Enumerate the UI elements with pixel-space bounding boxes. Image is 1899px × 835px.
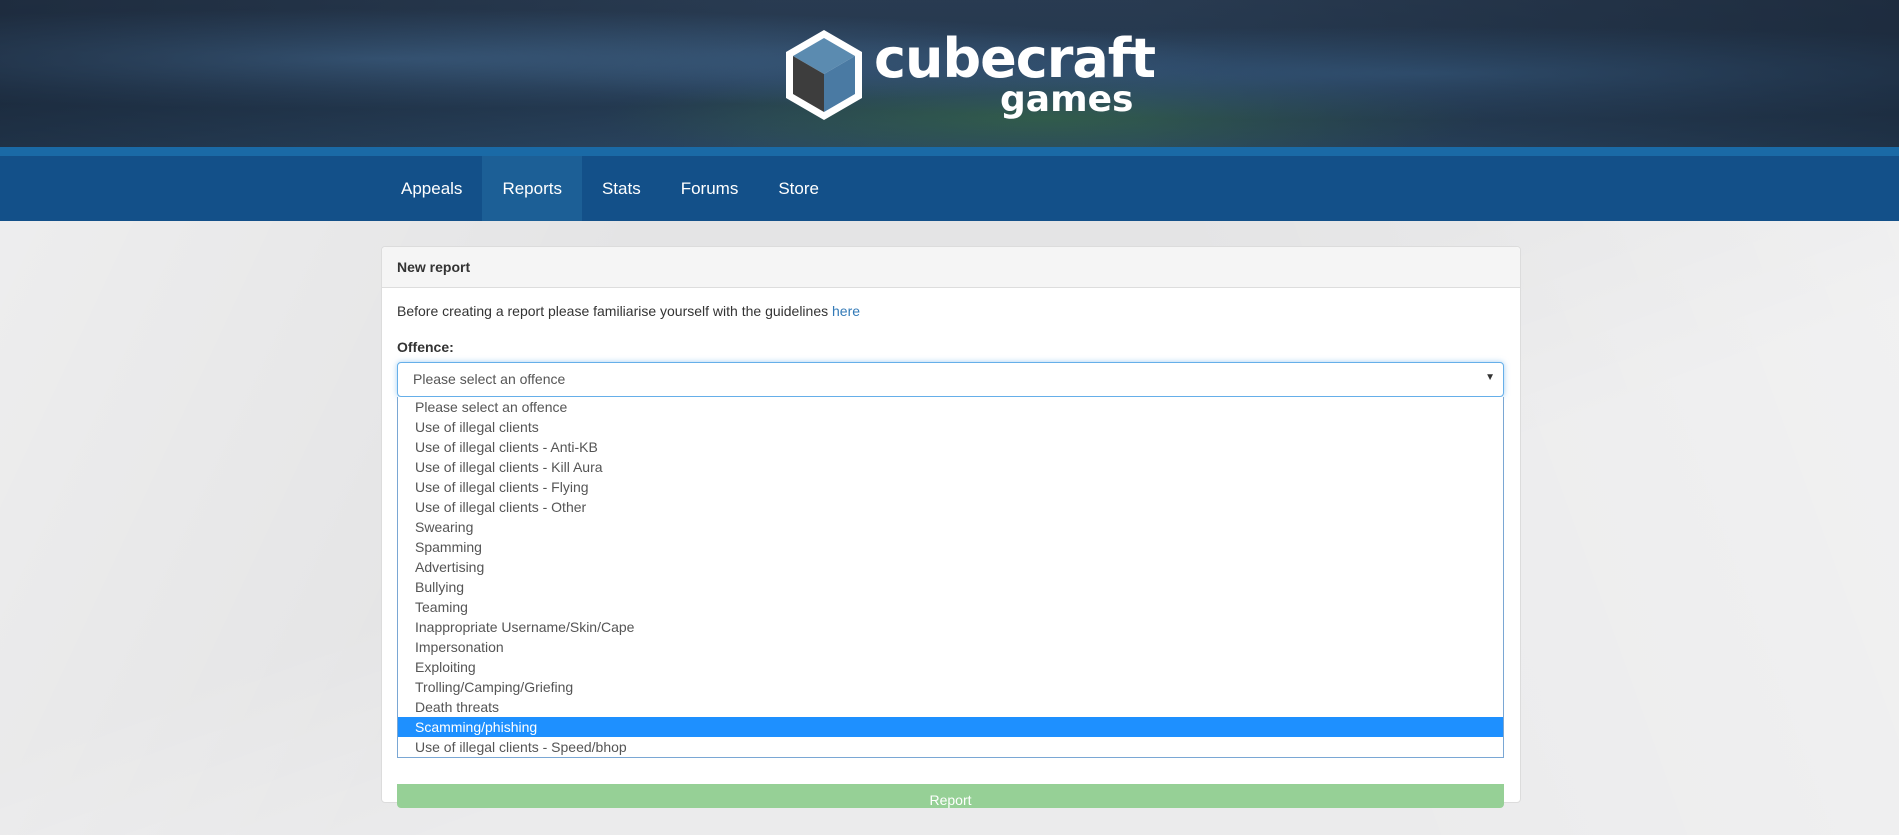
main-nav: Appeals Reports Stats Forums Store xyxy=(0,156,1899,221)
offence-dropdown-list: Please select an offence Use of illegal c… xyxy=(397,397,1504,758)
nav-item-reports[interactable]: Reports xyxy=(482,156,582,221)
nav-item-stats[interactable]: Stats xyxy=(582,156,661,221)
logo-wordmark: cubecraft xyxy=(874,27,1156,90)
offence-option[interactable]: Teaming xyxy=(398,597,1503,617)
panel-title: New report xyxy=(382,247,1520,288)
offence-option[interactable]: Swearing xyxy=(398,517,1503,537)
offence-option[interactable]: Advertising xyxy=(398,557,1503,577)
offence-option[interactable]: Impersonation xyxy=(398,637,1503,657)
offence-select-value: Please select an offence xyxy=(413,371,566,387)
nav-item-store[interactable]: Store xyxy=(758,156,839,221)
offence-option[interactable]: Please select an offence xyxy=(398,397,1503,417)
offence-option[interactable]: Inappropriate Username/Skin/Cape xyxy=(398,617,1503,637)
offence-option[interactable]: Death threats xyxy=(398,697,1503,717)
offence-option[interactable]: Use of illegal clients xyxy=(398,417,1503,437)
offence-option[interactable]: Use of illegal clients - Other xyxy=(398,497,1503,517)
logo-subword: games xyxy=(1000,79,1134,120)
offence-option[interactable]: Use of illegal clients - Flying xyxy=(398,477,1503,497)
cubecraft-logo[interactable]: cubecraft games xyxy=(782,26,1156,126)
offence-option[interactable]: Trolling/Camping/Griefing xyxy=(398,677,1503,697)
offence-option[interactable]: Exploiting xyxy=(398,657,1503,677)
offence-option[interactable]: Scamming/phishing xyxy=(398,717,1503,737)
offence-option[interactable]: Spamming xyxy=(398,537,1503,557)
offence-select[interactable]: Please select an offence ▼ xyxy=(397,362,1504,397)
report-button[interactable]: Report xyxy=(397,784,1504,808)
caret-down-icon: ▼ xyxy=(1485,372,1495,383)
nav-item-appeals[interactable]: Appeals xyxy=(381,156,482,221)
offence-option[interactable]: Bullying xyxy=(398,577,1503,597)
offence-option[interactable]: Use of illegal clients - Anti-KB xyxy=(398,437,1503,457)
offence-label: Offence: xyxy=(397,339,454,355)
offence-option[interactable]: Use of illegal clients - Kill Aura xyxy=(398,457,1503,477)
cube-icon xyxy=(786,30,862,120)
nav-item-forums[interactable]: Forums xyxy=(661,156,759,221)
guidelines-text: Before creating a report please familiar… xyxy=(397,303,861,319)
nav-top-strip xyxy=(0,147,1899,156)
header-banner: cubecraft games xyxy=(0,0,1899,147)
guidelines-link[interactable]: here xyxy=(832,303,860,319)
offence-option[interactable]: Use of illegal clients - Speed/bhop xyxy=(398,737,1503,757)
nav-list: Appeals Reports Stats Forums Store xyxy=(381,156,839,221)
